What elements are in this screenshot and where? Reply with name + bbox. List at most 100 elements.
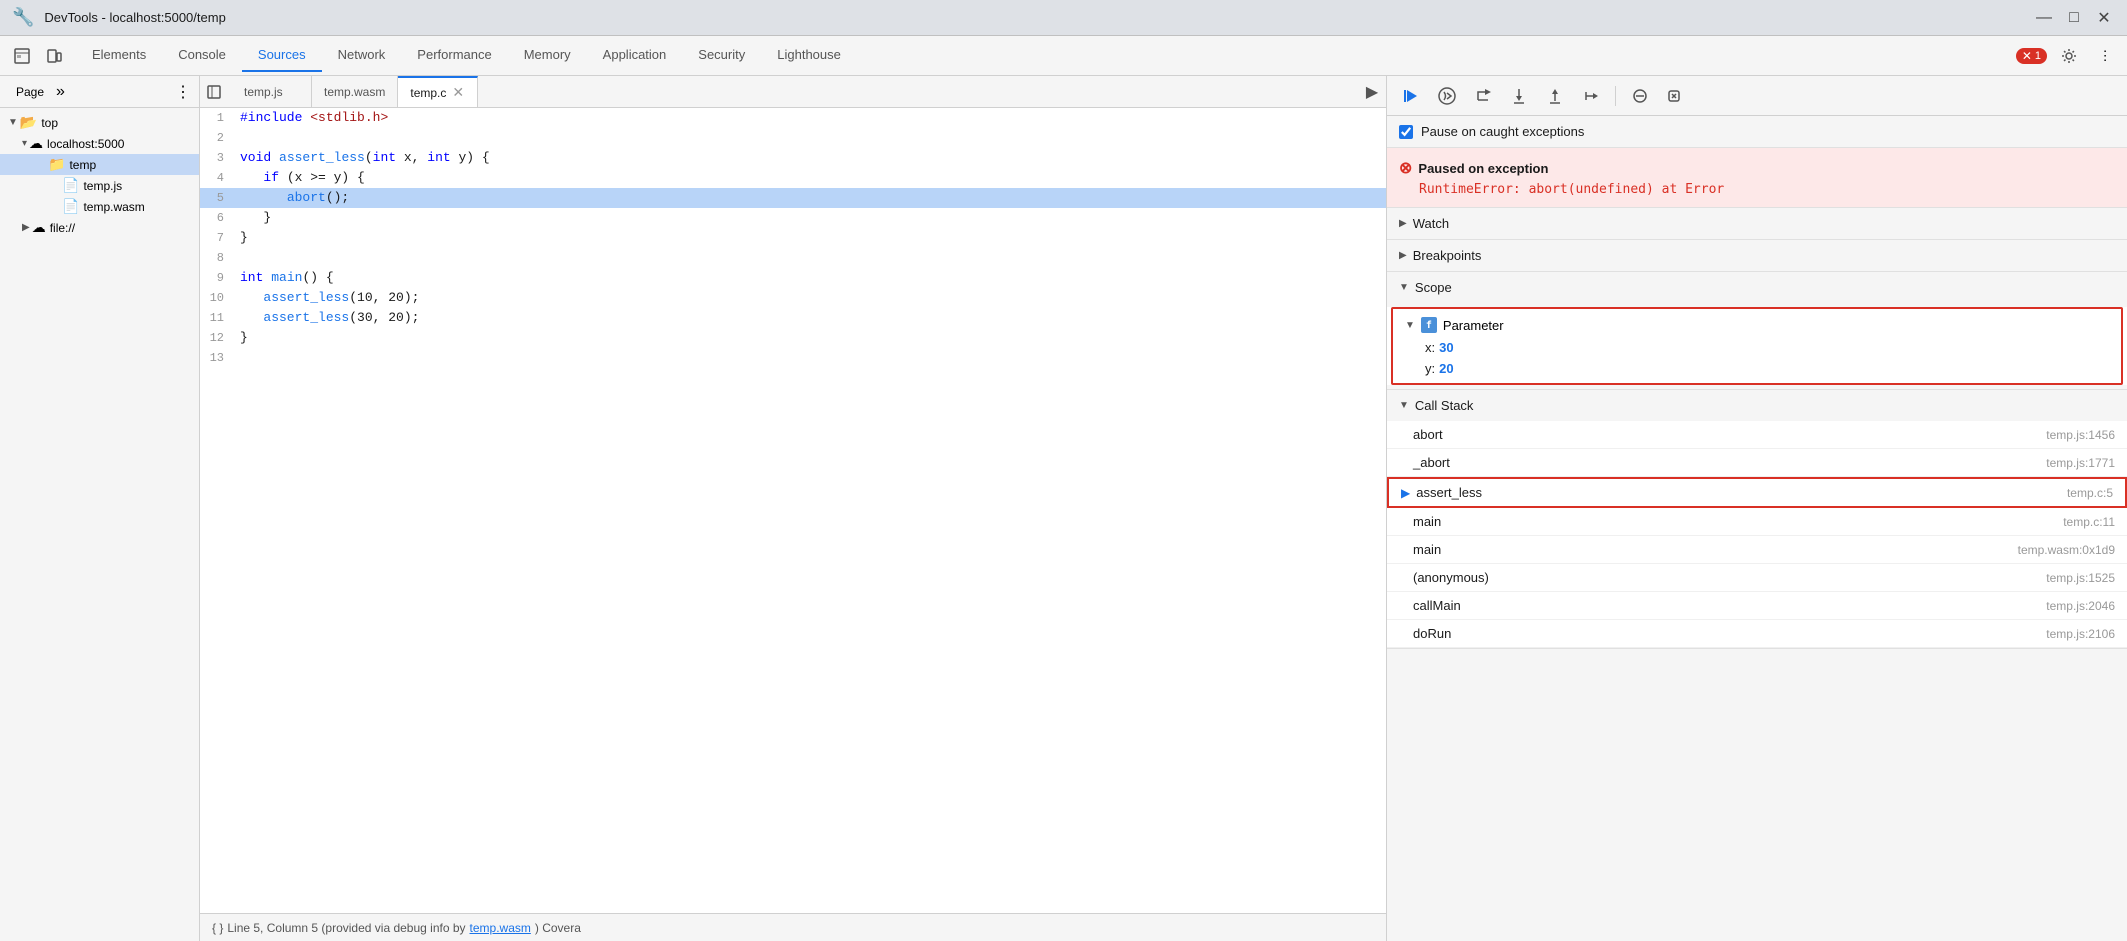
breakpoints-label: Breakpoints [1413,248,1482,263]
page-button[interactable]: Page [8,83,52,101]
code-line-10[interactable]: 10 assert_less(10, 20); [200,288,1386,308]
call-stack-item-4[interactable]: maintemp.wasm:0x1d9 [1387,536,2127,564]
step-out-button[interactable] [1539,82,1571,110]
sidebar-item-localhost-5000[interactable]: ▾☁ localhost:5000 [0,133,199,154]
collapse-sidebar-button[interactable] [200,78,228,106]
menu-tab-application[interactable]: Application [587,39,683,72]
step-into-button[interactable] [1503,82,1535,110]
breakpoints-header[interactable]: ▶ Breakpoints [1387,240,2127,271]
debugger-toolbar [1387,76,2127,116]
file-tab-temp-js[interactable]: temp.js [232,76,312,108]
call-stack-item-3[interactable]: maintemp.c:11 [1387,508,2127,536]
call-stack-item-0[interactable]: aborttemp.js:1456 [1387,421,2127,449]
menu-tab-sources[interactable]: Sources [242,39,322,72]
line-number-3: 3 [200,148,232,168]
current-frame-arrow-icon: ▶ [1401,486,1410,500]
more-options-button[interactable]: ⋮ [2091,42,2119,70]
call-stack-item-6[interactable]: callMaintemp.js:2046 [1387,592,2127,620]
sidebar-item-file---[interactable]: ▶☁file:// [0,217,199,238]
device-mode-icon[interactable] [40,42,68,70]
chevron-icon: ▾ [22,138,27,149]
menu-tab-memory[interactable]: Memory [508,39,587,72]
debugger-separator [1615,86,1616,106]
call-stack-name-0: abort [1413,427,2046,442]
call-stack-location-2: temp.c:5 [2067,486,2113,500]
tree-item-label: localhost:5000 [47,137,124,151]
menu-tab-console[interactable]: Console [162,39,242,72]
call-stack-item-5[interactable]: (anonymous)temp.js:1525 [1387,564,2127,592]
scroll-tabs-right-button[interactable]: ▶ [1358,78,1386,106]
maximize-button[interactable]: □ [2063,7,2085,29]
file-tabs-list: temp.jstemp.wasm temp.c ✕ [232,76,1358,108]
exception-error-icon: ⊗ [1399,158,1412,178]
temp-wasm-link[interactable]: temp.wasm [470,921,531,935]
menu-tab-network[interactable]: Network [322,39,402,72]
code-line-5[interactable]: 5 abort(); [200,188,1386,208]
scope-header[interactable]: ▼ Scope [1387,272,2127,303]
watch-header[interactable]: ▶ Watch [1387,208,2127,239]
sidebar-item-temp-wasm[interactable]: 📄temp.wasm [0,196,199,217]
file-tab-label-temp-c: temp.c [410,86,446,100]
step-button[interactable] [1575,82,1607,110]
pause-on-caught-label: Pause on caught exceptions [1421,124,1584,139]
var-y-value: 20 [1439,361,1453,376]
code-line-9[interactable]: 9int main() { [200,268,1386,288]
more-icon[interactable]: ⋮ [175,82,191,102]
call-stack-location-5: temp.js:1525 [2046,571,2115,585]
scope-box: ▼ f Parameter x: 30 y: 20 [1391,307,2123,385]
call-stack-header[interactable]: ▼ Call Stack [1387,390,2127,421]
line-number-8: 8 [200,248,232,268]
file-tab-temp-c[interactable]: temp.c ✕ [398,76,478,108]
sidebar-item-top[interactable]: ▼📂top [0,112,199,133]
pause-on-exceptions-button[interactable] [1660,82,1688,110]
pause-button[interactable] [1431,82,1463,110]
resume-button[interactable] [1395,82,1427,110]
watch-label: Watch [1413,216,1449,231]
call-stack-item-2[interactable]: ▶assert_lesstemp.c:5 [1387,477,2127,508]
parameter-header[interactable]: ▼ f Parameter [1393,313,2121,337]
sidebar-item-temp-js[interactable]: 📄temp.js [0,175,199,196]
chevron-right-icon[interactable]: » [56,83,65,101]
menu-tab-performance[interactable]: Performance [401,39,507,72]
inspect-icon[interactable] [8,42,36,70]
window-controls: — □ ✕ [2033,7,2115,29]
code-line-4[interactable]: 4 if (x >= y) { [200,168,1386,188]
settings-button[interactable] [2055,42,2083,70]
line-content-3: void assert_less(int x, int y) { [232,148,1386,168]
line-number-11: 11 [200,308,232,328]
minimize-button[interactable]: — [2033,7,2055,29]
menu-bar: ElementsConsoleSourcesNetworkPerformance… [0,36,2127,76]
pause-on-caught-checkbox[interactable] [1399,125,1413,139]
menu-tab-elements[interactable]: Elements [76,39,162,72]
code-line-13[interactable]: 13 [200,348,1386,368]
format-icon[interactable]: { } [212,921,223,935]
code-editor[interactable]: 1#include <stdlib.h>23void assert_less(i… [200,108,1386,913]
code-line-6[interactable]: 6 } [200,208,1386,228]
status-bar: { } Line 5, Column 5 (provided via debug… [200,913,1386,941]
menu-tab-lighthouse[interactable]: Lighthouse [761,39,857,72]
tree-item-label: temp.js [83,179,122,193]
close-button[interactable]: ✕ [2093,7,2115,29]
code-line-11[interactable]: 11 assert_less(30, 20); [200,308,1386,328]
call-stack-item-1[interactable]: _aborttemp.js:1771 [1387,449,2127,477]
menu-tab-security[interactable]: Security [682,39,761,72]
step-over-button[interactable] [1467,82,1499,110]
sidebar-item-temp[interactable]: 📁temp [0,154,199,175]
code-line-7[interactable]: 7} [200,228,1386,248]
code-line-12[interactable]: 12} [200,328,1386,348]
call-stack-location-1: temp.js:1771 [2046,456,2115,470]
deactivate-breakpoints-button[interactable] [1624,82,1656,110]
call-stack-name-1: _abort [1413,455,2046,470]
code-line-8[interactable]: 8 [200,248,1386,268]
code-line-3[interactable]: 3void assert_less(int x, int y) { [200,148,1386,168]
code-line-1[interactable]: 1#include <stdlib.h> [200,108,1386,128]
chevron-icon: ▼ [8,117,18,128]
code-line-2[interactable]: 2 [200,128,1386,148]
error-badge[interactable]: ✕ 1 [2016,48,2047,64]
file-icon: ☁ [29,135,43,152]
call-stack-item-7[interactable]: doRuntemp.js:2106 [1387,620,2127,648]
window-title: DevTools - localhost:5000/temp [44,10,2023,25]
file-tab-close-temp-c[interactable]: ✕ [452,84,464,101]
file-tab-temp-wasm[interactable]: temp.wasm [312,76,398,108]
left-sidebar: Page » ⋮ ▼📂top▾☁localhost:5000📁temp📄temp… [0,76,200,941]
